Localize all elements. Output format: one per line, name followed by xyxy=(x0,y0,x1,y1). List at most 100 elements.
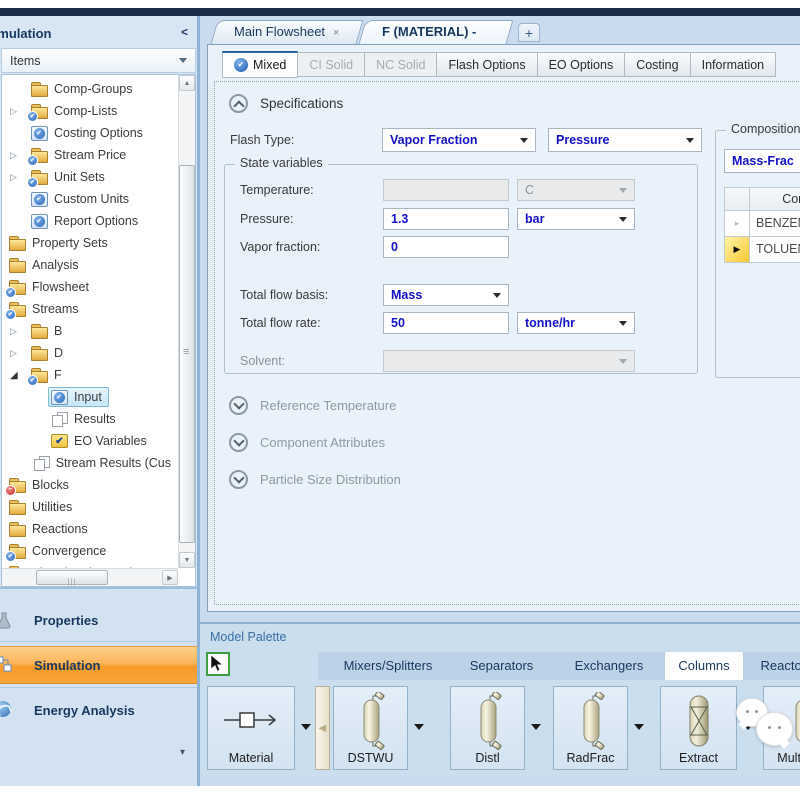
scroll-right-icon[interactable]: ▶ xyxy=(162,570,178,585)
tree-item[interactable]: ▷✔Comp-Lists xyxy=(2,100,178,122)
group-legend: Composition xyxy=(726,122,800,136)
collapse-section-icon[interactable] xyxy=(229,94,248,113)
palette-tab-separators[interactable]: Separators xyxy=(455,652,548,680)
workspace-properties[interactable]: Properties xyxy=(0,602,197,638)
component-cell[interactable]: BENZENE xyxy=(750,211,800,237)
form-tab-nc-solid[interactable]: NC Solid xyxy=(365,52,437,77)
expander-collapsed-icon[interactable]: ▷ xyxy=(10,172,28,183)
palette-item-extract[interactable]: Extract xyxy=(660,686,737,770)
palette-item-dstwu[interactable]: DSTWU xyxy=(333,686,408,770)
document-tab-main-flowsheet[interactable]: Main Flowsheet× xyxy=(214,20,360,44)
palette-tab-reactors[interactable]: Reactors xyxy=(753,652,800,680)
items-filter-dropdown[interactable]: Items xyxy=(1,48,196,73)
flash-type-select-1[interactable]: Vapor Fraction xyxy=(382,128,536,152)
table-header-row: Component xyxy=(725,188,800,211)
check-badge-icon: ✔ xyxy=(5,551,16,562)
expander-collapsed-icon[interactable]: ▷ xyxy=(10,106,28,117)
form-tab-costing[interactable]: Costing xyxy=(625,52,690,77)
palette-tab-mixers-splitters[interactable]: Mixers/Splitters xyxy=(330,652,446,680)
dropdown-caret-icon[interactable] xyxy=(301,724,311,730)
tree-item[interactable]: ▷B xyxy=(2,320,178,342)
expander-collapsed-icon[interactable]: ▷ xyxy=(10,326,28,337)
composition-row[interactable]: ▸BENZENE xyxy=(725,211,800,237)
tree-item[interactable]: –Blocks xyxy=(2,474,178,496)
tree-item[interactable]: ✔Convergence xyxy=(2,540,178,562)
expand-section-icon[interactable] xyxy=(229,396,248,415)
dropdown-caret-icon[interactable] xyxy=(634,724,644,730)
form-tab-ci-solid[interactable]: CI Solid xyxy=(298,52,365,77)
tree-horizontal-scrollbar[interactable]: ||| ▶ xyxy=(2,568,178,586)
form-tab-eo-options[interactable]: EO Options xyxy=(538,52,626,77)
palette-tab-columns[interactable]: Columns xyxy=(665,652,743,680)
tree-item[interactable]: Property Sets xyxy=(2,232,178,254)
flash-type-select-2[interactable]: Pressure xyxy=(548,128,702,152)
pressure-unit-select[interactable]: bar xyxy=(517,208,635,230)
check-badge-icon: ✔ xyxy=(5,287,16,298)
horizontal-scrollbar-thumb[interactable]: ||| xyxy=(36,570,108,585)
tree-item[interactable]: Utilities xyxy=(2,496,178,518)
tree-vertical-scrollbar[interactable]: ▲ ≡ ▼ xyxy=(178,75,195,568)
palette-item-distl[interactable]: Distl xyxy=(450,686,525,770)
tree-item[interactable]: ▷✔Stream Price xyxy=(2,144,178,166)
collapse-pane-button[interactable]: < xyxy=(181,25,188,39)
folder-icon xyxy=(31,324,48,339)
tree-item[interactable]: Reactions xyxy=(2,518,178,540)
scroll-down-icon[interactable]: ▼ xyxy=(179,552,195,568)
tree-item[interactable]: ✔Streams xyxy=(2,298,178,320)
palette-tab-exchangers[interactable]: Exchangers xyxy=(558,652,660,680)
vapor-fraction-input[interactable]: 0 xyxy=(383,236,509,258)
section-title: Specifications xyxy=(260,96,343,111)
dropdown-caret-icon[interactable] xyxy=(531,724,541,730)
component-column-header[interactable]: Component xyxy=(750,188,800,211)
tree-item[interactable]: ✔Custom Units xyxy=(2,188,178,210)
total-flow-rate-input[interactable]: 50 xyxy=(383,312,509,334)
thumb-grip-icon: ||| xyxy=(68,579,76,586)
tree-item[interactable]: Stream Results (Cus xyxy=(2,452,178,474)
scroll-left-icon[interactable]: ◀ xyxy=(315,686,330,770)
tree-item[interactable]: ◢✔F xyxy=(2,364,178,386)
new-tab-button[interactable]: + xyxy=(518,23,540,42)
workspace-simulation[interactable]: Simulation xyxy=(0,646,197,684)
tree-item[interactable]: ✔Costing Options xyxy=(2,122,178,144)
total-flow-basis-select[interactable]: Mass xyxy=(383,284,509,306)
tree-item[interactable]: Results xyxy=(2,408,178,430)
tree-item[interactable]: Comp-Groups xyxy=(2,78,178,100)
form-tab-flash-options[interactable]: Flash Options xyxy=(437,52,537,77)
composition-basis-select[interactable]: Mass-Frac xyxy=(724,149,800,173)
form-tab-mixed[interactable]: ✔Mixed xyxy=(222,51,298,78)
select-mode-button[interactable] xyxy=(206,652,230,676)
workspace-label: Energy Analysis xyxy=(34,703,135,718)
close-tab-icon[interactable]: × xyxy=(329,27,349,39)
tree-item[interactable]: ✔Report Options xyxy=(2,210,178,232)
pressure-input[interactable]: 1.3 xyxy=(383,208,509,230)
palette-item-radfrac[interactable]: RadFrac xyxy=(553,686,628,770)
collapsed-section-particle-size-distribution[interactable]: Particle Size Distribution xyxy=(229,470,401,489)
scroll-up-icon[interactable]: ▲ xyxy=(179,75,195,91)
vertical-scrollbar-thumb[interactable]: ≡ xyxy=(179,165,195,543)
specifications-section-header[interactable]: Specifications xyxy=(229,94,343,113)
vapor-fraction-label: Vapor fraction: xyxy=(240,236,320,258)
tree-item[interactable]: Analysis xyxy=(2,254,178,276)
expander-collapsed-icon[interactable]: ▷ xyxy=(10,150,28,161)
check-badge-icon: ✔ xyxy=(27,177,38,188)
total-flow-rate-unit-select[interactable]: tonne/hr xyxy=(517,312,635,334)
component-cell[interactable]: TOLUENE xyxy=(750,237,800,263)
collapsed-section-reference-temperature[interactable]: Reference Temperature xyxy=(229,396,396,415)
form-tab-information[interactable]: Information xyxy=(691,52,777,77)
dropdown-caret-icon[interactable] xyxy=(414,724,424,730)
palette-item-material[interactable]: Material xyxy=(207,686,295,770)
workspace-energy-analysis[interactable]: Energy Analysis xyxy=(0,692,197,728)
expander-expanded-icon[interactable]: ◢ xyxy=(10,370,28,381)
expand-section-icon[interactable] xyxy=(229,470,248,489)
tree-item[interactable]: ✔EO Variables xyxy=(2,430,178,452)
collapsed-section-component-attributes[interactable]: Component Attributes xyxy=(229,433,385,452)
more-options-icon[interactable]: ▾ xyxy=(180,747,185,758)
expander-collapsed-icon[interactable]: ▷ xyxy=(10,348,28,359)
document-tab-f-material-input[interactable]: F (MATERIAL) - Input× xyxy=(362,20,510,44)
expand-section-icon[interactable] xyxy=(229,433,248,452)
tree-item[interactable]: ✔Flowsheet xyxy=(2,276,178,298)
tree-item[interactable]: ▷✔Unit Sets xyxy=(2,166,178,188)
tree-item[interactable]: ▷D xyxy=(2,342,178,364)
tree-item[interactable]: ✔Input xyxy=(2,386,178,408)
composition-row[interactable]: ▶TOLUENE xyxy=(725,237,800,263)
